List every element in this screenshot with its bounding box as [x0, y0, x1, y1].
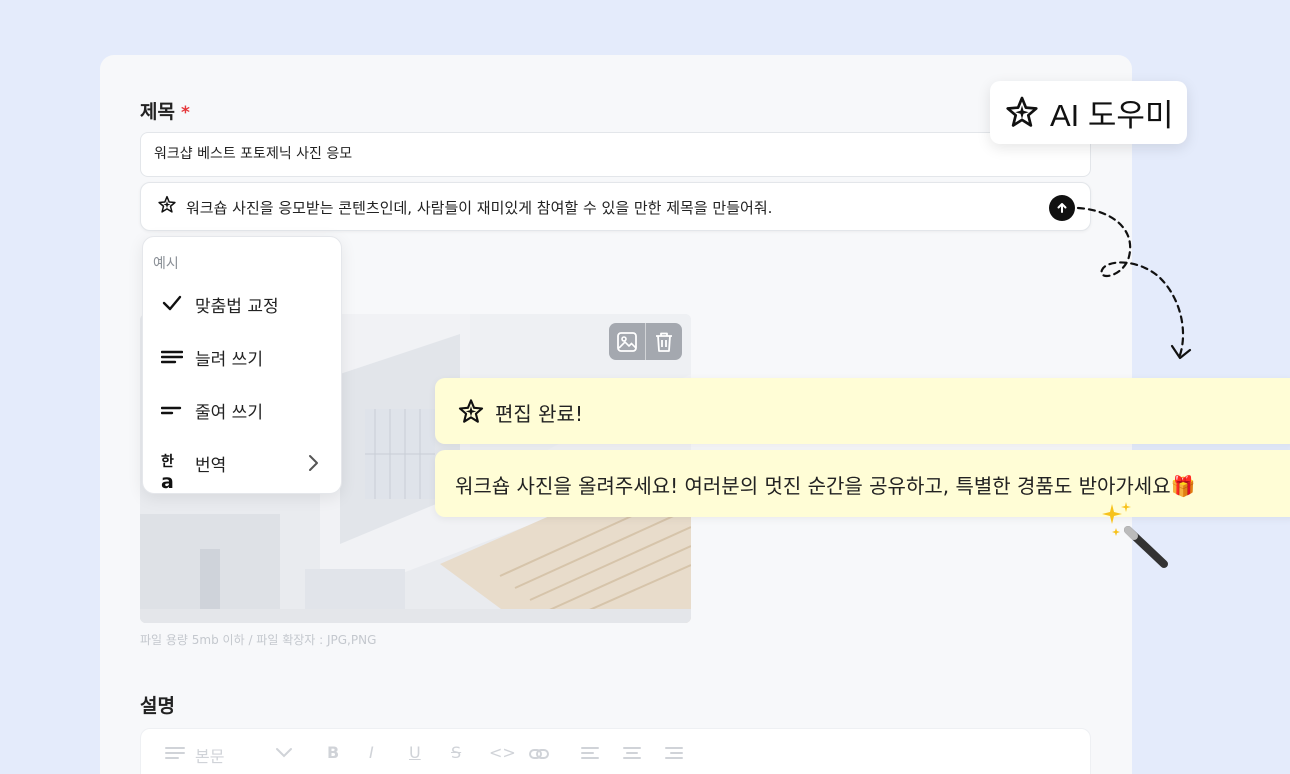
suggestion-text: 워크숍 사진을 올려주세요! 여러분의 멋진 순간을 공유하고, 특별한 경품도… [455, 474, 1196, 498]
arrow-up-icon [1057, 203, 1067, 213]
lines-long-icon [161, 350, 183, 364]
underline-button[interactable]: U [409, 743, 421, 762]
bold-button[interactable]: B [327, 743, 339, 762]
sparkle-star-icon [458, 399, 484, 423]
lines-short-icon [161, 406, 182, 415]
required-mark: * [180, 103, 190, 123]
photo-toolbar [609, 323, 682, 360]
style-select[interactable]: 본문 [195, 743, 224, 767]
menu-header: 예시 [153, 256, 179, 272]
trash-icon [656, 332, 672, 352]
prompt-text: 워크숍 사진을 응모받는 콘텐츠인데, 사람들이 재미있게 참여할 수 있을 만… [186, 199, 773, 217]
menu-item-label: 늘려 쓰기 [195, 350, 263, 370]
strikethrough-button[interactable]: S [451, 743, 461, 762]
link-icon[interactable] [529, 747, 549, 761]
menu-item-translate[interactable]: 한a 번역 [143, 438, 341, 493]
align-right-icon[interactable] [665, 746, 683, 762]
edit-status-bubble: 편집 완료! [435, 378, 1290, 444]
ai-action-menu: 예시 맞춤법 교정 늘려 쓰기 줄여 쓰기 한a 번역 [142, 236, 342, 494]
title-input[interactable]: 워크샵 베스트 포토제닉 사진 응모 [140, 132, 1091, 177]
description-label: 설명 [140, 695, 175, 717]
magic-wand-icon [1102, 502, 1168, 568]
chevron-down-icon [276, 748, 292, 758]
translate-icon: 한a [161, 454, 174, 493]
dashed-arrow-decoration [1076, 206, 1192, 360]
chevron-right-icon [309, 455, 318, 471]
ai-badge-label: AI 도우미 [1050, 98, 1174, 133]
check-icon [162, 295, 182, 311]
italic-button[interactable]: I [369, 743, 374, 762]
paragraph-style-icon [165, 747, 185, 759]
code-button[interactable]: <> [489, 743, 516, 762]
editor-toolbar: 본문 B I U S <> [140, 728, 1091, 774]
ai-helper-badge[interactable]: AI 도우미 [990, 81, 1187, 144]
menu-item-spellcheck[interactable]: 맞춤법 교정 [143, 279, 341, 327]
align-center-icon[interactable] [623, 746, 641, 762]
menu-item-label: 줄여 쓰기 [195, 403, 263, 423]
align-left-icon[interactable] [581, 746, 599, 762]
ai-prompt-bar[interactable]: 워크숍 사진을 응모받는 콘텐츠인데, 사람들이 재미있게 참여할 수 있을 만… [140, 182, 1091, 231]
replace-image-button[interactable] [609, 323, 645, 360]
delete-image-button[interactable] [646, 323, 682, 360]
menu-item-label: 맞춤법 교정 [195, 297, 279, 317]
menu-item-expand[interactable]: 늘려 쓰기 [143, 332, 341, 380]
sparkle-star-icon [158, 195, 176, 213]
menu-item-shorten[interactable]: 줄여 쓰기 [143, 385, 341, 433]
image-icon [617, 331, 637, 352]
menu-item-label: 번역 [195, 456, 227, 476]
edit-status-text: 편집 완료! [495, 402, 583, 426]
file-hint: 파일 용량 5mb 이하 / 파일 확장자 : JPG,PNG [140, 633, 377, 647]
title-label: 제목 * [140, 101, 190, 123]
sparkle-star-icon [1006, 96, 1038, 127]
